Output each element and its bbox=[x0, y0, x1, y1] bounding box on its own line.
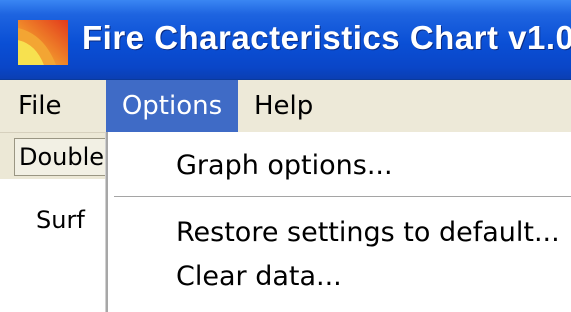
menu-bar: File Options Help bbox=[0, 80, 571, 133]
menu-file[interactable]: File bbox=[18, 80, 62, 132]
app-flame-icon bbox=[18, 20, 68, 65]
title-bar[interactable]: Fire Characteristics Chart v1.0 bbox=[0, 0, 571, 80]
menu-item-restore-defaults[interactable]: Restore settings to default... bbox=[176, 217, 560, 248]
menu-help[interactable]: Help bbox=[254, 80, 313, 132]
window-title: Fire Characteristics Chart v1.0 bbox=[82, 19, 571, 56]
menu-item-clear-data[interactable]: Clear data... bbox=[176, 261, 342, 292]
menu-separator bbox=[114, 196, 571, 198]
menu-options[interactable]: Options bbox=[106, 80, 238, 132]
menu-item-graph-options[interactable]: Graph options... bbox=[176, 150, 393, 181]
options-dropdown-menu: Graph options... Restore settings to def… bbox=[106, 132, 571, 312]
content-label: Surf bbox=[36, 206, 85, 234]
